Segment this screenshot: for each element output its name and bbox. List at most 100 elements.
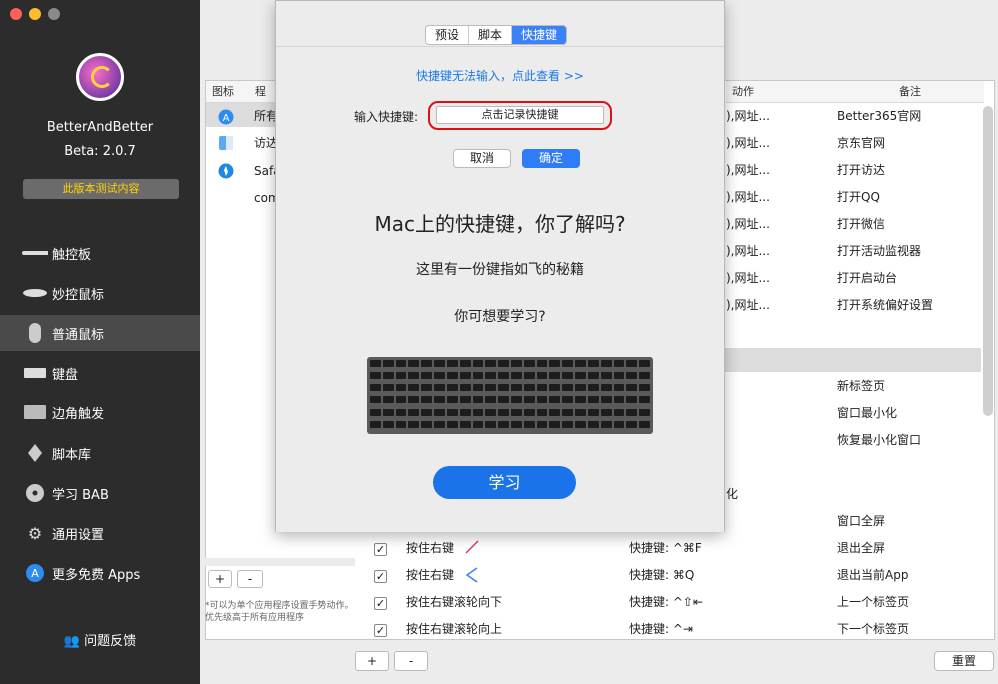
note-cell: 窗口全屏	[837, 514, 886, 528]
keyboard-key	[421, 420, 433, 428]
feedback-button[interactable]: 👥 问题反馈	[0, 630, 200, 649]
shortcut-record-field[interactable]: 点击记录快捷键	[436, 106, 604, 124]
keyboard-key	[613, 420, 625, 428]
keyboard-key	[485, 384, 497, 392]
sidebar-item-magic-mouse[interactable]: 妙控鼠标	[0, 275, 200, 311]
sidebar-item-more-apps[interactable]: A 更多免费 Apps	[0, 555, 200, 591]
shortcut-highlight: 点击记录快捷键	[428, 101, 612, 130]
tab-script[interactable]: 脚本	[469, 26, 513, 44]
minimize-window-button[interactable]	[29, 8, 41, 20]
keyboard-key	[472, 396, 484, 404]
sidebar-item-label: 触控板	[52, 247, 92, 263]
beta-content-button[interactable]: 此版本测试内容	[23, 179, 179, 199]
rule-checkbox[interactable]: ✓	[374, 624, 387, 637]
keyboard-key	[472, 372, 484, 380]
keyboard-key	[459, 384, 471, 392]
rule-checkbox[interactable]: ✓	[374, 597, 387, 610]
magic-mouse-icon	[22, 283, 48, 303]
sidebar-item-script-library[interactable]: 脚本库	[0, 435, 200, 471]
reset-button[interactable]: 重置	[934, 651, 994, 671]
sidebar-item-trackpad[interactable]: 触控板	[0, 235, 200, 271]
keyboard-key	[434, 384, 445, 392]
keyboard-key	[434, 420, 445, 428]
keyboard-key	[613, 372, 625, 380]
app-store-icon: A	[218, 109, 234, 128]
keyboard-key	[523, 360, 535, 367]
cancel-button[interactable]: 取消	[453, 149, 511, 168]
gesture-cell: 按住右键	[406, 568, 455, 582]
sidebar-item-learn-bab[interactable]: 学习 BAB	[0, 475, 200, 511]
promo-question: 你可想要学习?	[454, 309, 546, 325]
rule-checkbox[interactable]: ✓	[374, 543, 387, 556]
col-header-action: 动作	[726, 81, 836, 103]
table-scrollbar[interactable]	[983, 106, 993, 416]
keyboard-key	[511, 396, 522, 404]
action-cell: ),网址...	[726, 244, 770, 258]
sidebar: BetterAndBetter Beta: 2.0.7 此版本测试内容 触控板 …	[0, 0, 200, 684]
keyboard-key	[600, 384, 612, 392]
col-header-note: 备注	[836, 81, 984, 103]
keyboard-key	[498, 384, 509, 392]
sidebar-item-keyboard[interactable]: 键盘	[0, 355, 200, 391]
learn-button[interactable]: 学习	[433, 466, 576, 499]
keyboard-key	[511, 360, 522, 367]
keyboard-key	[459, 372, 471, 380]
keyboard-key	[639, 360, 650, 367]
keyboard-key	[536, 420, 548, 428]
keyboard-key	[511, 384, 522, 392]
zoom-window-button[interactable]	[48, 8, 60, 20]
app-list-footer	[205, 558, 355, 566]
keyboard-key	[382, 372, 394, 380]
keyboard-key	[549, 360, 561, 367]
gesture-cell: 按住右键滚轮向上	[406, 622, 503, 636]
note-cell: 打开QQ	[837, 190, 880, 204]
action-cell: 快捷键: ^⇥	[629, 622, 693, 636]
keyboard-key	[536, 360, 548, 367]
promo-title: Mac上的快捷键，你了解吗?	[374, 212, 626, 236]
sidebar-item-label: 边角触发	[52, 406, 105, 422]
rule-checkbox[interactable]: ✓	[374, 570, 387, 583]
keyboard-key	[613, 408, 625, 416]
keyboard-key	[587, 420, 599, 428]
app-priority-note: *可以为单个应用程序设置手势动作。优先级高于所有应用程序	[205, 601, 354, 623]
shortcut-dialog: 预设 脚本 快捷键 快捷键无法输入，点此查看 >> 输入快捷键: 点击记录快捷键…	[275, 0, 725, 532]
keyboard-key	[459, 360, 471, 367]
remove-app-button[interactable]: -	[237, 570, 263, 588]
tab-preset[interactable]: 预设	[426, 26, 470, 44]
gesture-stroke-icon	[465, 567, 479, 586]
keyboard-key	[549, 408, 561, 416]
keyboard-key	[613, 384, 625, 392]
add-app-button[interactable]: +	[208, 570, 232, 588]
keyboard-key	[498, 360, 509, 367]
action-cell: ),网址...	[726, 298, 770, 312]
tab-shortcut[interactable]: 快捷键	[512, 26, 567, 44]
sidebar-item-mouse[interactable]: 普通鼠标	[0, 315, 200, 351]
sidebar-item-general-settings[interactable]: ⚙ 通用设置	[0, 515, 200, 551]
keyboard-key	[485, 420, 497, 428]
keyboard-key	[587, 384, 599, 392]
note-cell: 新标签页	[837, 379, 886, 393]
gesture-cell: 按住右键滚轮向下	[406, 595, 503, 609]
keyboard-key	[382, 384, 394, 392]
sidebar-item-hot-corners[interactable]: 边角触发	[0, 394, 200, 430]
mouse-icon	[22, 323, 48, 343]
keyboard-key	[626, 372, 638, 380]
keyboard-key	[408, 360, 420, 367]
promo-subtitle: 这里有一份键指如飞的秘籍	[416, 262, 584, 278]
shortcut-help-link[interactable]: 快捷键无法输入，点此查看 >>	[276, 67, 724, 84]
keyboard-key	[587, 396, 599, 404]
keyboard-key	[587, 360, 599, 367]
keyboard-key	[511, 408, 522, 416]
ok-button[interactable]: 确定	[522, 149, 580, 168]
action-cell: ),网址...	[726, 217, 770, 231]
keyboard-key	[626, 384, 638, 392]
add-rule-button[interactable]: +	[355, 651, 389, 671]
keyboard-key	[600, 420, 612, 428]
keyboard-key	[408, 408, 420, 416]
remove-rule-button[interactable]: -	[394, 651, 428, 671]
note-cell: 打开微信	[837, 217, 886, 231]
svg-text:A: A	[223, 113, 230, 124]
close-window-button[interactable]	[10, 8, 22, 20]
keyboard-key	[536, 396, 548, 404]
trackpad-icon	[22, 243, 48, 263]
